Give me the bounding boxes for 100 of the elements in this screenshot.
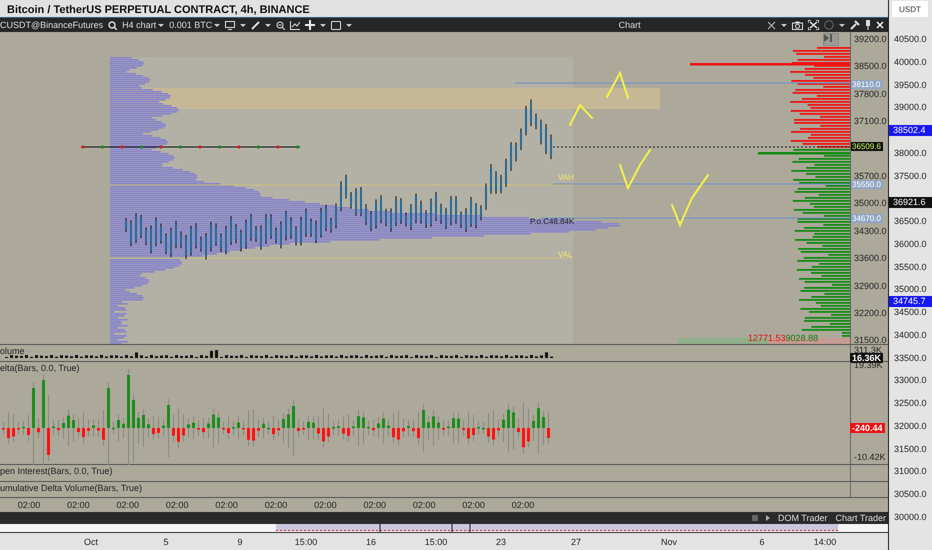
profile-label: VAL: [558, 250, 573, 259]
profile-label: P.o.C48.84K: [530, 217, 574, 226]
price-axis-label: 34300.0: [854, 226, 887, 236]
monitor-icon[interactable]: [225, 20, 236, 30]
currency-label: USDT: [892, 1, 928, 17]
indicator-label: umulative Delta Volume(Bars, True): [0, 483, 142, 493]
price-axis-label: 31500.0: [854, 335, 887, 344]
indicator-value-tag: -240.44: [850, 423, 885, 433]
time-axis-label: 02:00: [264, 500, 288, 510]
price-axis-label: 35000.0: [894, 284, 927, 294]
panel-title: Chart: [618, 20, 641, 30]
quantity-dropdown[interactable]: 0.001 BTC: [169, 20, 220, 30]
indicator-axis-label: -10.42K: [854, 452, 886, 462]
price-axis-label: 33000.0: [894, 375, 927, 386]
price-axis-label: 39000.0: [894, 102, 927, 112]
indicator-label: elta(Bars, 0.0, True): [0, 363, 80, 373]
price-axis-label: 36000.0: [894, 238, 927, 249]
crosshair-icon[interactable]: [305, 20, 316, 30]
caret-icon[interactable]: [240, 22, 246, 28]
hand-drawn-stroke: [619, 149, 651, 191]
price-level-tag: 35550.0: [851, 180, 883, 189]
date-axis-label: 15:00: [294, 537, 318, 547]
time-axis-label: 02:00: [412, 500, 436, 510]
search-icon[interactable]: [108, 20, 118, 30]
caret-icon[interactable]: [265, 22, 272, 28]
indicator-axis-label: 19.39K: [854, 360, 883, 370]
caret-icon[interactable]: [346, 22, 352, 28]
price-axis-label: 40500.0: [894, 34, 927, 44]
price-axis-label: 32900.0: [854, 280, 887, 291]
time-axis-label: 02:00: [512, 500, 534, 510]
profile-label: VAH: [558, 173, 574, 182]
circle-icon[interactable]: [824, 20, 834, 30]
time-axis-label: 02:00: [215, 500, 238, 510]
bid-total: 9028.88: [786, 333, 818, 343]
price-axis-label: 37800.0: [854, 88, 887, 99]
ask-total: 12771.53: [748, 333, 786, 343]
date-axis-label: 6: [760, 537, 764, 547]
window-title: Bitcoin / TetherUS PERPETUAL CONTRACT, 4h, BINANCE: [7, 4, 310, 16]
square-icon[interactable]: [752, 515, 758, 521]
price-axis-label: 35500.0: [894, 262, 927, 272]
close-icon[interactable]: [876, 21, 884, 29]
price-axis-label: 35000.0: [854, 198, 887, 208]
price-axis-label: 35700.0: [854, 171, 887, 181]
price-axis-label: 39500.0: [894, 80, 927, 90]
time-axis-label: 02:00: [166, 500, 188, 510]
wrench-icon[interactable]: [850, 20, 860, 30]
date-axis-label: Nov: [661, 537, 677, 547]
chart-icon[interactable]: [290, 20, 300, 30]
time-axis-label: 02:00: [364, 500, 386, 510]
instrument-selector[interactable]: CUSDT@BinanceFutures: [0, 20, 104, 30]
price-axis-label: 36500.0: [894, 216, 927, 226]
date-axis-label: 16: [366, 537, 376, 547]
indicator-axis-label: 311.3K: [854, 345, 882, 355]
time-axis-label: 02:00: [462, 500, 485, 510]
hand-drawn-stroke: [671, 174, 709, 228]
price-axis-label: 33500.0: [894, 352, 927, 363]
price-axis-label: 34000.0: [894, 330, 927, 340]
hand-drawn-stroke: [606, 70, 629, 99]
price-axis-label: 37100.0: [854, 116, 887, 126]
price-axis-label: 39200.0: [854, 34, 887, 44]
price-level-tag: 36509.6: [851, 142, 883, 152]
indicator-value-tag: 16.36K: [850, 353, 884, 363]
play-icon[interactable]: [766, 515, 770, 521]
price-axis-label: 31500.0: [894, 444, 927, 454]
date-axis-label: 23: [496, 537, 506, 547]
price-tag: 36921.6: [889, 196, 932, 208]
window-icon[interactable]: [331, 20, 342, 30]
cross-arrows-icon[interactable]: [767, 20, 776, 30]
camera-icon[interactable]: [792, 20, 803, 30]
price-axis-label: 40000.0: [894, 56, 927, 67]
price-tag: 38502.4: [889, 124, 932, 136]
price-axis-label: 30000.0: [894, 512, 927, 522]
caret-icon[interactable]: [781, 22, 787, 28]
time-axis-label: 02:00: [67, 500, 90, 510]
time-axis-label: 02:00: [314, 500, 337, 510]
pen-icon[interactable]: [251, 20, 260, 30]
pin-icon[interactable]: [865, 20, 871, 30]
caret-icon: [214, 22, 220, 28]
interval-dropdown[interactable]: H4 chart: [122, 20, 164, 30]
zoom-icon[interactable]: [276, 20, 286, 30]
price-axis-label: 32500.0: [894, 398, 927, 408]
price-axis-label: 30500.0: [894, 489, 927, 500]
caret-icon: [158, 22, 164, 28]
caret-icon[interactable]: [839, 22, 845, 28]
price-axis-label: 31000.0: [894, 466, 927, 476]
price-tag: 34745.7: [889, 296, 932, 307]
indicator-label: pen Interest(Bars, 0.0, True): [0, 466, 113, 476]
price-axis-label: 38500.0: [854, 61, 887, 72]
price-axis-label: 38000.0: [894, 148, 927, 158]
trader-tab[interactable]: Chart Trader: [835, 513, 886, 523]
price-axis-label: 34500.0: [894, 307, 927, 318]
price-axis-label: 37500.0: [894, 170, 927, 181]
trader-tab[interactable]: DOM Trader: [778, 513, 828, 523]
date-axis-label: Oct: [84, 537, 98, 547]
price-axis-label: 32200.0: [854, 308, 887, 318]
caret-icon[interactable]: [320, 22, 326, 28]
expand-icon[interactable]: [808, 20, 819, 30]
price-axis-label: 33600.0: [854, 253, 887, 264]
date-axis-label: 9: [238, 537, 242, 547]
date-axis-label: 14:00: [814, 537, 836, 547]
